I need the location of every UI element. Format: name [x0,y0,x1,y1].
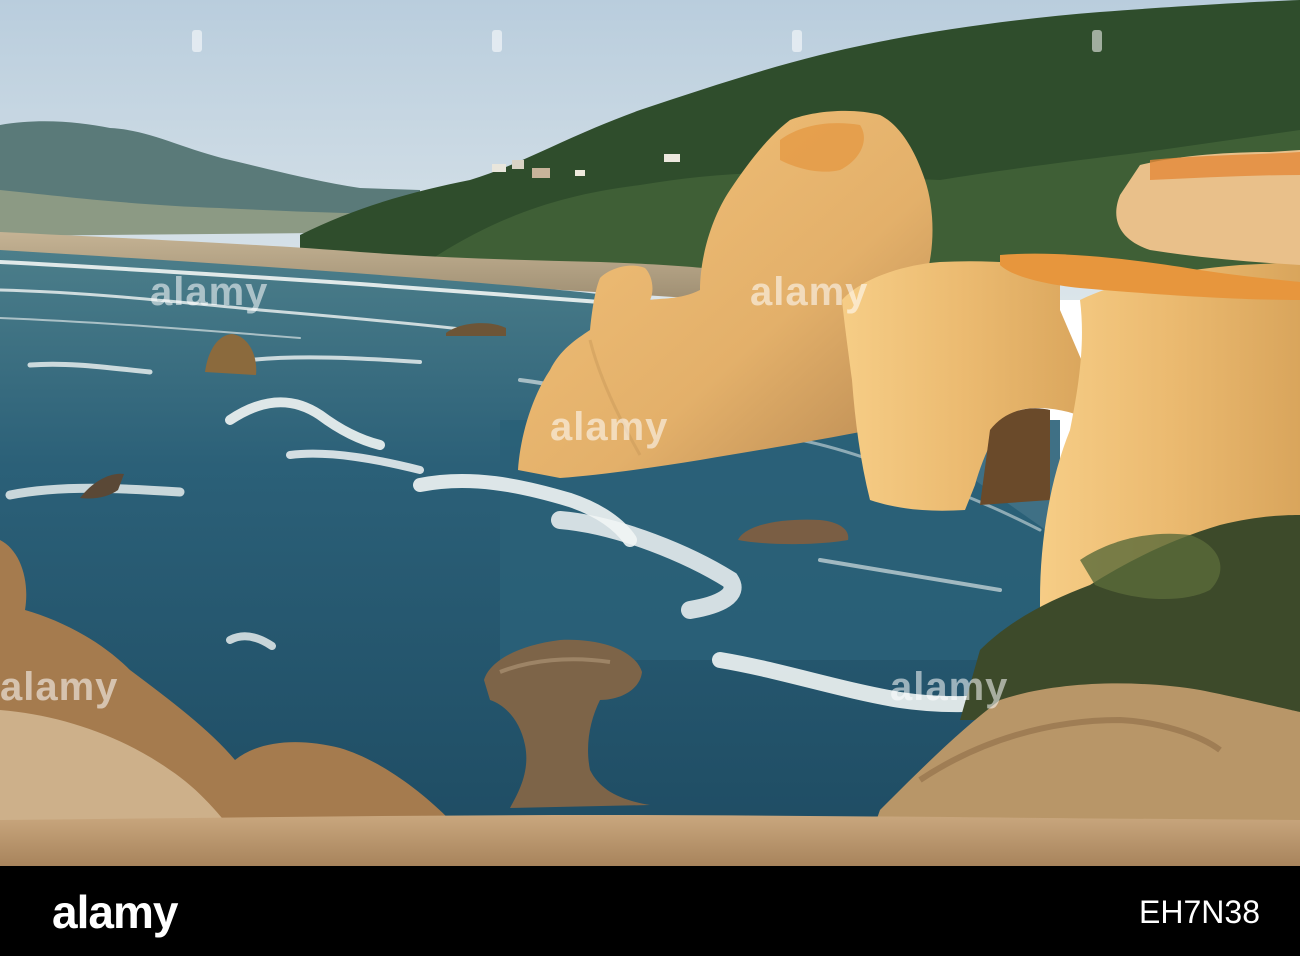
coastal-photo: alamy alamy alamy alamy alamy [0,0,1300,866]
stock-footer-bar: alamy EH7N38 [0,866,1300,956]
alamy-logo[interactable]: alamy [52,882,178,942]
foreground-sand-floor [0,815,1300,866]
watermark-mark [1092,30,1102,52]
watermark-text: alamy [0,665,119,709]
image-id: EH7N38 [1139,894,1260,930]
stock-photo-frame: alamy alamy alamy alamy alamy alamy EH7N… [0,0,1300,956]
watermark-text: alamy [750,270,869,314]
watermark-text: alamy [890,665,1009,709]
watermark-mark [192,30,202,52]
watermark-text: alamy [550,405,669,449]
watermark-mark [792,30,802,52]
watermark-mark [492,30,502,52]
watermark-text: alamy [150,270,269,314]
